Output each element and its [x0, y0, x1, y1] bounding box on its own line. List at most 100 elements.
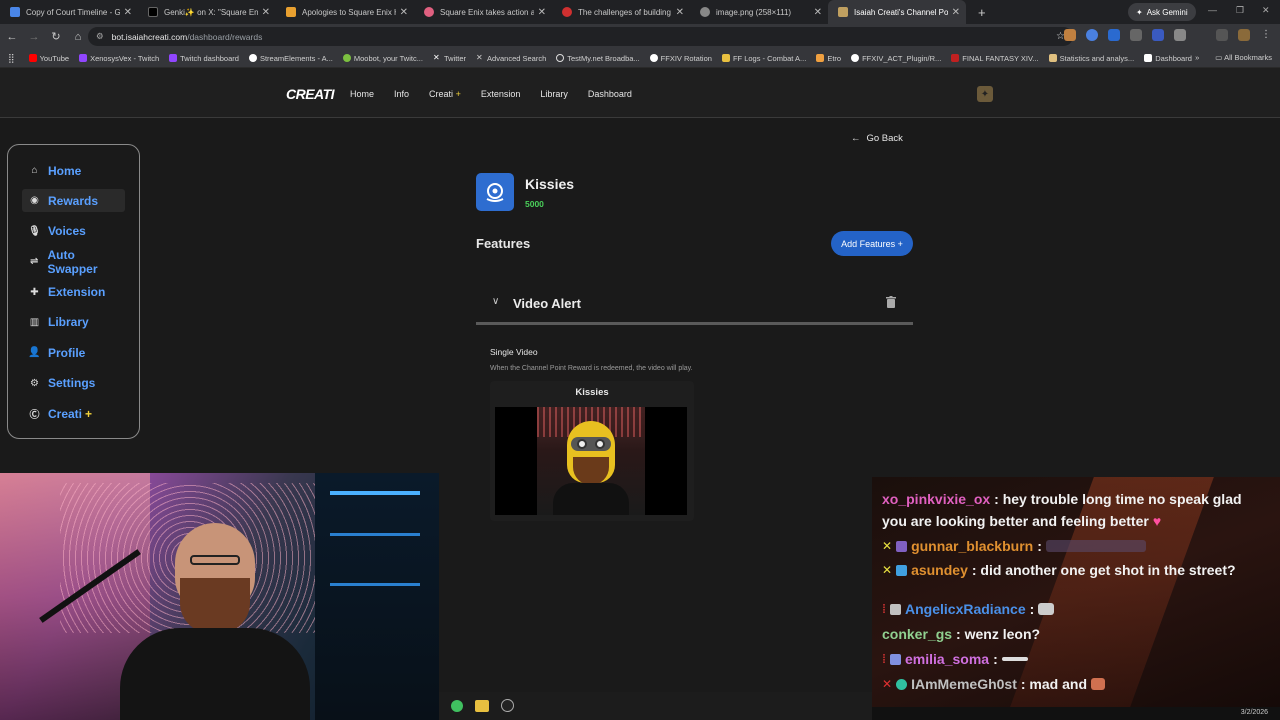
- browser-tab[interactable]: Square Enix takes action again✕: [414, 0, 552, 24]
- site-info-icon[interactable]: ⚙: [96, 31, 104, 42]
- nav-dashboard[interactable]: Dashboard: [588, 89, 632, 99]
- forward-icon[interactable]: →: [24, 31, 44, 43]
- url-input[interactable]: ⚙ bot.isaiahcreati.com/dashboard/rewards…: [88, 27, 1073, 46]
- sidebar-item-rewards[interactable]: ◉ Rewards: [22, 189, 125, 213]
- back-icon[interactable]: ←: [2, 31, 22, 43]
- sidebar-item-library[interactable]: ▥ Library: [22, 311, 125, 334]
- chat-username: conker_gs: [882, 626, 953, 642]
- browser-tab[interactable]: image.png (258×111) ✕: [690, 0, 828, 24]
- extension-icon[interactable]: [1064, 29, 1076, 41]
- all-bookmarks-button[interactable]: ▭ All Bookmarks: [1215, 53, 1272, 62]
- bookmark-item[interactable]: ✕ Advanced Search: [476, 54, 546, 63]
- home-icon[interactable]: ⌂: [68, 31, 88, 43]
- chat-text: you are looking better and feeling bette…: [882, 513, 1149, 529]
- bookmark-item[interactable]: Twitch dashboard: [169, 54, 239, 63]
- tab-favicon-icon: [424, 7, 434, 17]
- x-twitter-icon: ✕: [432, 53, 440, 62]
- bookmark-item[interactable]: YouTube: [28, 54, 69, 63]
- trash-icon[interactable]: [886, 296, 896, 308]
- sidebar-item-voices[interactable]: 🎙 Voices: [22, 220, 125, 243]
- tab-favicon-icon: [148, 7, 158, 17]
- extension-icon[interactable]: [1130, 29, 1142, 41]
- extension-icon[interactable]: [1152, 29, 1164, 41]
- bookmark-item[interactable]: Moobot, your Twitc...: [342, 54, 423, 63]
- sidebar-item-creati[interactable]: Ⓒ Creati +: [22, 402, 125, 425]
- bookmark-item[interactable]: XenosysVex - Twitch: [79, 54, 159, 63]
- feature-accordion-header[interactable]: ∨ Video Alert: [476, 290, 913, 325]
- chat-message: ✕ gunnar_blackburn :: [882, 538, 1146, 554]
- close-icon[interactable]: ✕: [262, 7, 270, 18]
- chat-username: emilia_soma: [905, 651, 990, 667]
- apps-grid-icon[interactable]: ⣿: [8, 53, 15, 64]
- close-icon[interactable]: ✕: [400, 7, 408, 18]
- ask-gemini-button[interactable]: ✦ Ask Gemini: [1128, 3, 1196, 21]
- feature-description: When the Channel Point Reward is redeeme…: [490, 365, 693, 372]
- bookmark-item[interactable]: FF Logs - Combat A...: [721, 54, 806, 63]
- browser-tab[interactable]: Genki✨ on X: "Square Enix ha✕: [138, 0, 276, 24]
- chevron-down-icon[interactable]: ∨: [492, 296, 499, 307]
- browser-tab[interactable]: Apologies to Square Enix Holdi✕: [276, 0, 414, 24]
- download-icon[interactable]: [1216, 29, 1228, 41]
- sidebar-item-auto-swapper[interactable]: ⇌ Auto Swapper: [22, 248, 125, 276]
- sidebar-item-home[interactable]: ⌂ Home: [22, 159, 125, 182]
- go-back-button[interactable]: ← Go Back: [851, 133, 903, 144]
- video-player[interactable]: [495, 407, 687, 515]
- extensions-toolbar: ⋮: [1064, 29, 1272, 41]
- close-icon[interactable]: ✕: [538, 7, 546, 18]
- reload-icon[interactable]: ↻: [46, 30, 66, 43]
- sidebar-item-extension[interactable]: ✚ Extension: [22, 281, 125, 304]
- extension-icon[interactable]: [1086, 29, 1098, 41]
- close-icon[interactable]: ✕: [952, 7, 960, 18]
- nav-home[interactable]: Home: [350, 89, 374, 99]
- etro-icon: [816, 54, 825, 62]
- bookmark-item[interactable]: Dashboard: [1144, 54, 1192, 63]
- close-icon[interactable]: ✕: [814, 7, 822, 18]
- site-logo[interactable]: CREATI: [286, 86, 335, 102]
- profile-avatar-icon[interactable]: [1238, 29, 1250, 41]
- close-icon[interactable]: ✕: [676, 7, 684, 18]
- browser-tab-active[interactable]: Isaiah Creati's Channel Point Re✕: [828, 0, 966, 24]
- nav-info[interactable]: Info: [394, 89, 409, 99]
- chat-text: :: [1029, 601, 1035, 617]
- chat-username: xo_pinkvixie_ox: [882, 491, 991, 507]
- folder-icon[interactable]: [475, 700, 489, 712]
- close-window-icon[interactable]: ✕: [1262, 5, 1270, 16]
- site-header: CREATI Home Info Creati + Extension Libr…: [0, 68, 1280, 118]
- user-avatar[interactable]: ✦: [977, 86, 993, 102]
- moobot-icon: [342, 54, 351, 62]
- new-tab-button[interactable]: +: [978, 5, 986, 20]
- extension-icon[interactable]: [1108, 29, 1120, 41]
- menu-kebab-icon[interactable]: ⋮: [1260, 29, 1272, 41]
- browser-tab[interactable]: Copy of Court Timeline - Goog✕: [0, 0, 138, 24]
- chat-message: xo_pinkvixie_ox : hey trouble long time …: [882, 491, 1242, 507]
- minimize-icon[interactable]: —: [1208, 5, 1217, 15]
- bookmark-item[interactable]: FFXIV_ACT_Plugin/R...: [851, 54, 941, 63]
- obs-icon[interactable]: [501, 699, 514, 712]
- bookmark-item[interactable]: StreamElements - A...: [248, 54, 333, 63]
- chat-username: IAmMemeGh0st: [911, 676, 1017, 692]
- bookmark-item[interactable]: Statistics and analys...: [1048, 54, 1134, 63]
- more-bookmarks-chevron-icon[interactable]: »: [1195, 53, 1199, 62]
- nav-library[interactable]: Library: [540, 89, 568, 99]
- app-icon[interactable]: [451, 700, 463, 712]
- sidebar-item-profile[interactable]: 👤 Profile: [22, 341, 125, 364]
- extensions-puzzle-icon[interactable]: [1174, 29, 1186, 41]
- gemini-icon: ✦: [1136, 7, 1143, 17]
- nav-extension[interactable]: Extension: [481, 89, 521, 99]
- tab-favicon-icon: [10, 7, 20, 17]
- nav-creati[interactable]: Creati +: [429, 89, 461, 99]
- bookmark-item[interactable]: TestMy.net Broadba...: [556, 54, 640, 63]
- browser-tab[interactable]: The challenges of building a so✕: [552, 0, 690, 24]
- close-icon[interactable]: ✕: [124, 7, 132, 18]
- bookmark-item[interactable]: Etro: [816, 54, 841, 63]
- reward-title: Kissies: [525, 176, 575, 192]
- feature-type-label: Single Video: [490, 347, 538, 357]
- chat-text: :: [993, 651, 998, 667]
- sidebar-item-settings[interactable]: ⚙ Settings: [22, 372, 125, 395]
- maximize-icon[interactable]: ❐: [1236, 5, 1244, 16]
- bookmark-item[interactable]: FFXIV Rotation: [649, 54, 712, 63]
- bookmark-item[interactable]: FINAL FANTASY XIV...: [951, 54, 1039, 63]
- add-features-button[interactable]: Add Features +: [831, 231, 913, 256]
- subscriber-badge-icon: [890, 653, 901, 665]
- bookmark-item[interactable]: ✕ Twitter: [433, 54, 466, 63]
